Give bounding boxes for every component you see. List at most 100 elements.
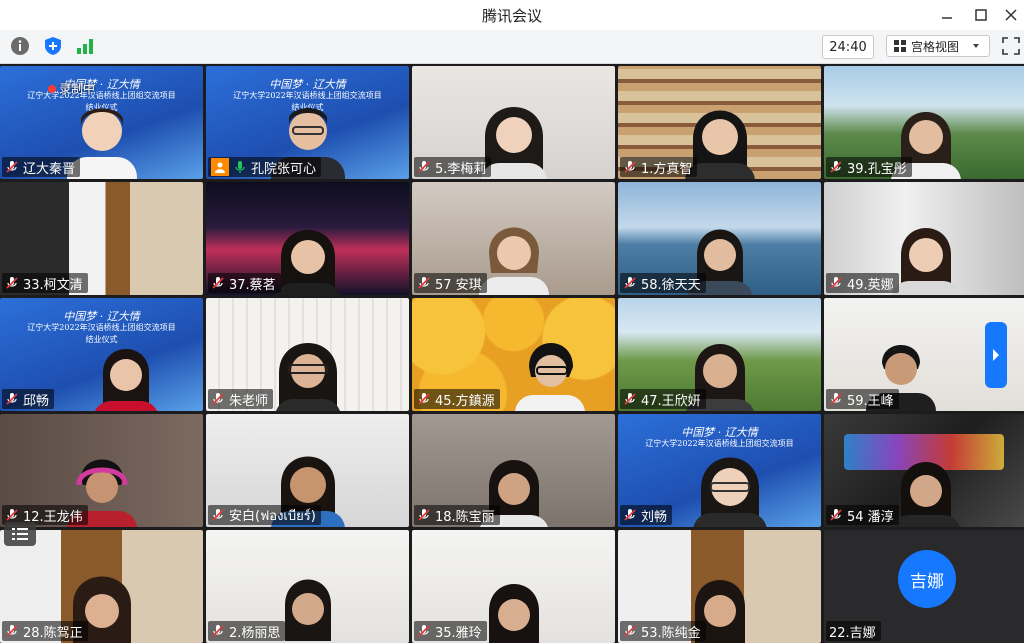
- mic-muted-icon: [418, 277, 430, 289]
- video-tile[interactable]: 49.英娜: [824, 182, 1024, 295]
- participant-name-text: 39.孔宝彤: [847, 161, 907, 177]
- fullscreen-icon: [1002, 37, 1020, 55]
- video-tile[interactable]: 53.陈纯金: [618, 530, 821, 643]
- fullscreen-button[interactable]: [1000, 35, 1022, 57]
- participant-name: 18.陈宝丽: [414, 505, 500, 525]
- participant-name: 59.王峰: [826, 389, 899, 409]
- mic-muted-icon: [624, 161, 636, 173]
- participant-name-text: 54 潘淳: [847, 509, 894, 525]
- participant-name: 47.王欣妍: [620, 389, 706, 409]
- recording-status: 录制中: [48, 80, 95, 97]
- participant-name: 邱畅: [2, 389, 55, 409]
- video-tile[interactable]: 中国梦 · 辽大情 辽宁大学2022年汉语桥线上团组交流项目 结业仪式 邱畅: [0, 298, 203, 411]
- title-bar: 腾讯会议: [0, 0, 1024, 30]
- chevron-down-icon: [973, 44, 980, 48]
- mic-muted-icon: [418, 625, 430, 637]
- video-tile[interactable]: 39.孔宝彤: [824, 66, 1024, 179]
- video-tile[interactable]: 5.李梅莉: [412, 66, 615, 179]
- minimize-icon: [942, 17, 952, 19]
- video-tile[interactable]: 54 潘淳: [824, 414, 1024, 527]
- video-tile[interactable]: 58.徐天天: [618, 182, 821, 295]
- participant-name: 朱老师: [208, 389, 274, 409]
- mic-on-icon: [235, 161, 245, 173]
- video-tile[interactable]: 37.蔡茗: [206, 182, 409, 295]
- participant-name: 53.陈纯金: [620, 621, 706, 641]
- mic-muted-icon: [418, 161, 430, 173]
- mic-muted-icon: [830, 393, 842, 405]
- participant-name: 39.孔宝彤: [826, 157, 912, 177]
- video-tile[interactable]: 33.柯文清: [0, 182, 203, 295]
- participant-figure: [515, 343, 585, 411]
- avatar: 吉娜: [898, 550, 956, 608]
- participant-name-text: 孔院张可心: [251, 161, 317, 177]
- security-button[interactable]: [42, 35, 64, 57]
- participant-name-text: 2.杨丽思: [229, 625, 281, 641]
- host-icon: [211, 158, 229, 176]
- mic-muted-icon: [624, 393, 636, 405]
- video-tile[interactable]: 中国梦 · 辽大情 辽宁大学2022年汉语桥线上团组交流项目 结业仪式 孔院张可…: [206, 66, 409, 179]
- mic-muted-icon: [212, 509, 224, 521]
- video-tile[interactable]: 中国梦 · 辽大情 辽宁大学2022年汉语桥线上团组交流项目 刘畅: [618, 414, 821, 527]
- participant-name: 49.英娜: [826, 273, 899, 293]
- participant-name: 5.李梅莉: [414, 157, 492, 177]
- participant-name: 57 安琪: [414, 273, 487, 293]
- mic-muted-icon: [212, 277, 224, 289]
- participant-name: 45.方鎮源: [414, 389, 500, 409]
- record-dot-icon: [48, 85, 56, 93]
- mic-muted-icon: [830, 277, 842, 289]
- grid-view-dropdown[interactable]: 宫格视图: [886, 35, 990, 57]
- meeting-toolbar: 24:40 宫格视图: [0, 30, 1024, 64]
- participant-name: 28.陈驾正: [2, 621, 88, 641]
- next-page-button[interactable]: [985, 322, 1007, 388]
- mic-muted-icon: [830, 161, 842, 173]
- meeting-timer: 24:40: [822, 35, 874, 59]
- network-status-button[interactable]: [74, 35, 96, 57]
- participant-name: 辽大秦晋: [2, 157, 81, 177]
- video-tile[interactable]: 安白(ฟองเบียร์): [206, 414, 409, 527]
- video-tile[interactable]: 12.王龙伟: [0, 414, 203, 527]
- participant-name-text: 49.英娜: [847, 277, 894, 293]
- participant-name-text: 28.陈驾正: [23, 625, 83, 641]
- video-tile[interactable]: 47.王欣妍: [618, 298, 821, 411]
- participant-name-text: 22.吉娜: [829, 625, 876, 641]
- video-tile[interactable]: 中国梦 · 辽大情 辽宁大学2022年汉语桥线上团组交流项目 结业仪式 辽大秦晋: [0, 66, 203, 179]
- maximize-button[interactable]: [966, 2, 996, 28]
- participant-name: 安白(ฟองเบียร์): [208, 505, 321, 525]
- participant-name: 33.柯文清: [2, 273, 88, 293]
- minimize-button[interactable]: [932, 2, 962, 28]
- participant-name-text: 59.王峰: [847, 393, 894, 409]
- video-tile[interactable]: 28.陈驾正: [0, 530, 203, 643]
- mic-muted-icon: [418, 509, 430, 521]
- video-tile[interactable]: 1.方真智: [618, 66, 821, 179]
- participant-list-button[interactable]: [4, 522, 36, 546]
- participant-name-text: 57 安琪: [435, 277, 482, 293]
- video-tile[interactable]: 朱老师: [206, 298, 409, 411]
- mic-muted-icon: [6, 393, 18, 405]
- participant-name: 2.杨丽思: [208, 621, 286, 641]
- recording-label: 录制中: [59, 82, 96, 96]
- participant-name-text: 邱畅: [23, 393, 50, 409]
- mic-muted-icon: [624, 625, 636, 637]
- mic-muted-icon: [624, 509, 636, 521]
- mic-muted-icon: [6, 161, 18, 173]
- participant-name-text: 刘畅: [641, 509, 668, 525]
- participant-name-text: 47.王欣妍: [641, 393, 701, 409]
- mic-muted-icon: [830, 509, 842, 521]
- mic-muted-icon: [6, 277, 18, 289]
- participant-name-text: 1.方真智: [641, 161, 693, 177]
- mic-muted-icon: [212, 625, 224, 637]
- participant-name-text: 45.方鎮源: [435, 393, 495, 409]
- video-tile[interactable]: 18.陈宝丽: [412, 414, 615, 527]
- info-button[interactable]: [9, 35, 31, 57]
- participant-name-text: 安白(ฟองเบียร์): [229, 508, 316, 524]
- video-tile[interactable]: 57 安琪: [412, 182, 615, 295]
- participant-name-text: 18.陈宝丽: [435, 509, 495, 525]
- participant-name: 58.徐天天: [620, 273, 706, 293]
- participant-name: 1.方真智: [620, 157, 698, 177]
- video-tile[interactable]: 45.方鎮源: [412, 298, 615, 411]
- mic-muted-icon: [212, 393, 224, 405]
- video-tile[interactable]: 2.杨丽思: [206, 530, 409, 643]
- video-tile[interactable]: 35.雅玲: [412, 530, 615, 643]
- video-tile[interactable]: 吉娜 22.吉娜: [824, 530, 1024, 643]
- close-button[interactable]: [996, 2, 1024, 28]
